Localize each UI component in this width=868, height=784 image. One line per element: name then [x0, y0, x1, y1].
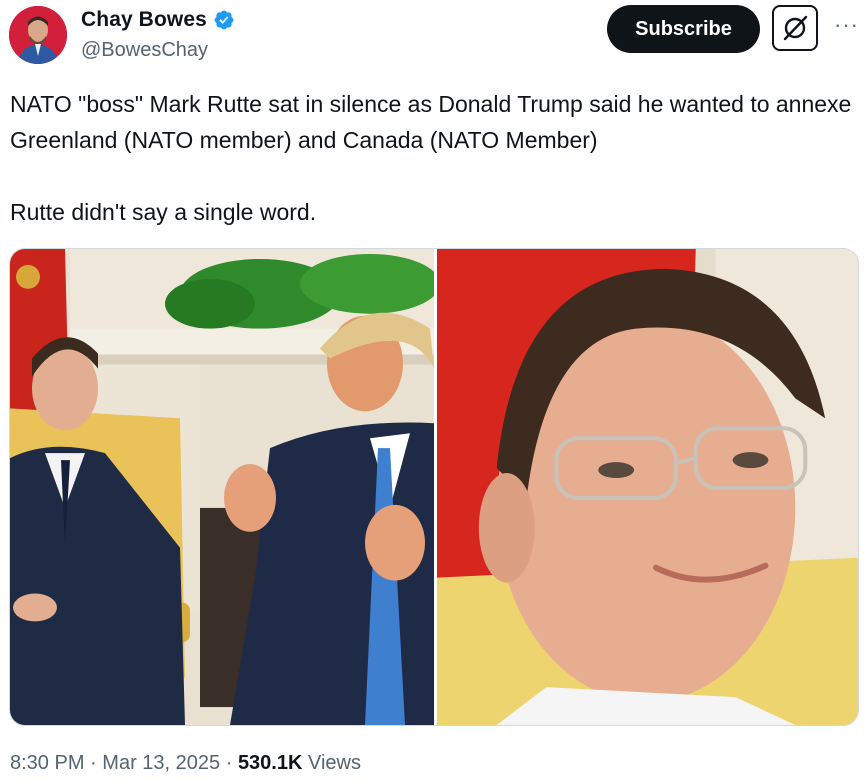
tweet-meta: 8:30 PM · Mar 13, 2025 · 530.1K Views [10, 752, 361, 775]
author-name-row[interactable]: Chay Bowes [81, 8, 235, 32]
more-horizontal-icon[interactable]: ··· [834, 12, 859, 38]
meta-separator: · [90, 752, 97, 774]
photo-oval-office-meeting[interactable] [10, 249, 434, 725]
grok-button[interactable] [772, 5, 818, 51]
tweet-media[interactable] [9, 248, 859, 726]
tweet-time[interactable]: 8:30 PM [10, 752, 84, 774]
tweet-paragraph: Rutte didn't say a single word. [10, 199, 317, 225]
subscribe-button[interactable]: Subscribe [607, 5, 760, 53]
author-display-name[interactable]: Chay Bowes [81, 8, 207, 32]
tweet-date[interactable]: Mar 13, 2025 [102, 752, 220, 774]
author-avatar[interactable] [9, 6, 67, 64]
verified-badge-icon [214, 10, 234, 30]
tweet-paragraph: NATO "boss" Mark Rutte sat in silence as… [10, 91, 852, 153]
views-count: 530.1K [237, 752, 303, 774]
views-label: Views [308, 752, 361, 774]
tweet-text: NATO "boss" Mark Rutte sat in silence as… [10, 86, 860, 230]
grok-icon [783, 15, 808, 41]
author-handle[interactable]: @BowesChay [81, 39, 208, 62]
meta-separator: · [225, 752, 233, 774]
photo-rutte-closeup[interactable] [437, 249, 858, 725]
